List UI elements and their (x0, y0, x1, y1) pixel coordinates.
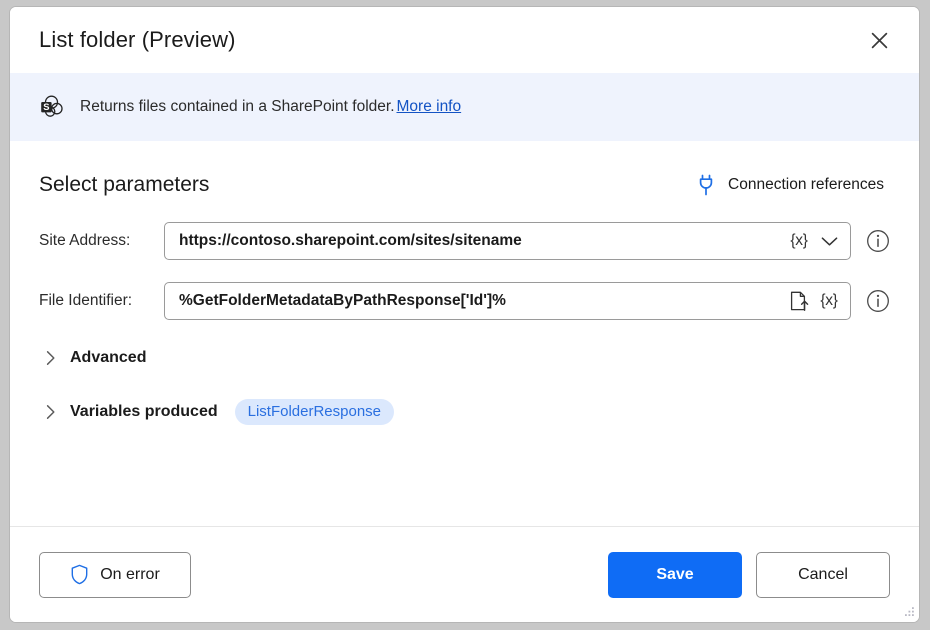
file-identifier-field[interactable]: %GetFolderMetadataByPathResponse['Id']% … (164, 282, 851, 320)
advanced-section-toggle[interactable]: Advanced (39, 346, 150, 370)
file-identifier-value[interactable]: %GetFolderMetadataByPathResponse['Id']% (179, 292, 784, 310)
site-address-variable-button[interactable]: {x} (784, 226, 814, 256)
chevron-right-icon (43, 404, 59, 420)
close-button[interactable] (857, 21, 901, 59)
variable-x-icon: {x} (820, 292, 837, 310)
close-icon (871, 32, 888, 49)
file-identifier-variable-button[interactable]: {x} (814, 286, 844, 316)
resize-grip-icon[interactable] (902, 606, 915, 619)
plug-icon (697, 174, 715, 196)
svg-text:S: S (43, 101, 49, 112)
advanced-label: Advanced (70, 349, 146, 367)
more-info-link[interactable]: More info (397, 98, 462, 115)
shield-icon (70, 564, 89, 585)
dialog-footer: On error Save Cancel (10, 526, 919, 622)
variable-x-icon: {x} (790, 232, 807, 250)
section-title: Select parameters (39, 173, 691, 197)
site-address-field[interactable]: https://contoso.sharepoint.com/sites/sit… (164, 222, 851, 260)
cancel-button[interactable]: Cancel (756, 552, 890, 598)
variable-badge[interactable]: ListFolderResponse (235, 399, 394, 425)
save-button[interactable]: Save (608, 552, 742, 598)
chevron-right-icon (43, 350, 59, 366)
info-banner: S Returns files contained in a SharePoin… (10, 73, 919, 141)
on-error-button[interactable]: On error (39, 552, 191, 598)
site-address-value[interactable]: https://contoso.sharepoint.com/sites/sit… (179, 232, 784, 250)
info-banner-description: Returns files contained in a SharePoint … (80, 98, 395, 115)
param-row-site-address: Site Address: https://contoso.sharepoint… (39, 222, 890, 260)
variables-produced-toggle[interactable]: Variables produced ListFolderResponse (39, 396, 398, 428)
info-banner-text: Returns files contained in a SharePoint … (80, 98, 461, 116)
site-address-label: Site Address: (39, 232, 164, 250)
dialog-title: List folder (Preview) (39, 27, 857, 53)
file-picker-button[interactable] (784, 286, 814, 316)
chevron-down-icon (821, 236, 838, 247)
site-address-info-icon[interactable] (866, 229, 890, 253)
connection-references-button[interactable]: Connection references (691, 170, 890, 200)
list-folder-dialog: List folder (Preview) S Returns files co… (9, 6, 920, 623)
sharepoint-icon: S (39, 94, 65, 120)
on-error-label: On error (100, 566, 160, 584)
file-identifier-label: File Identifier: (39, 292, 164, 310)
file-identifier-info-icon[interactable] (866, 289, 890, 313)
variables-produced-label: Variables produced (70, 403, 218, 421)
connection-references-label: Connection references (728, 176, 884, 194)
param-row-file-identifier: File Identifier: %GetFolderMetadataByPat… (39, 282, 890, 320)
dialog-titlebar: List folder (Preview) (10, 7, 919, 73)
dialog-body: Select parameters Connection references … (10, 141, 919, 526)
site-address-dropdown-button[interactable] (814, 226, 844, 256)
file-upload-icon (790, 291, 809, 312)
section-header: Select parameters Connection references (39, 170, 890, 200)
